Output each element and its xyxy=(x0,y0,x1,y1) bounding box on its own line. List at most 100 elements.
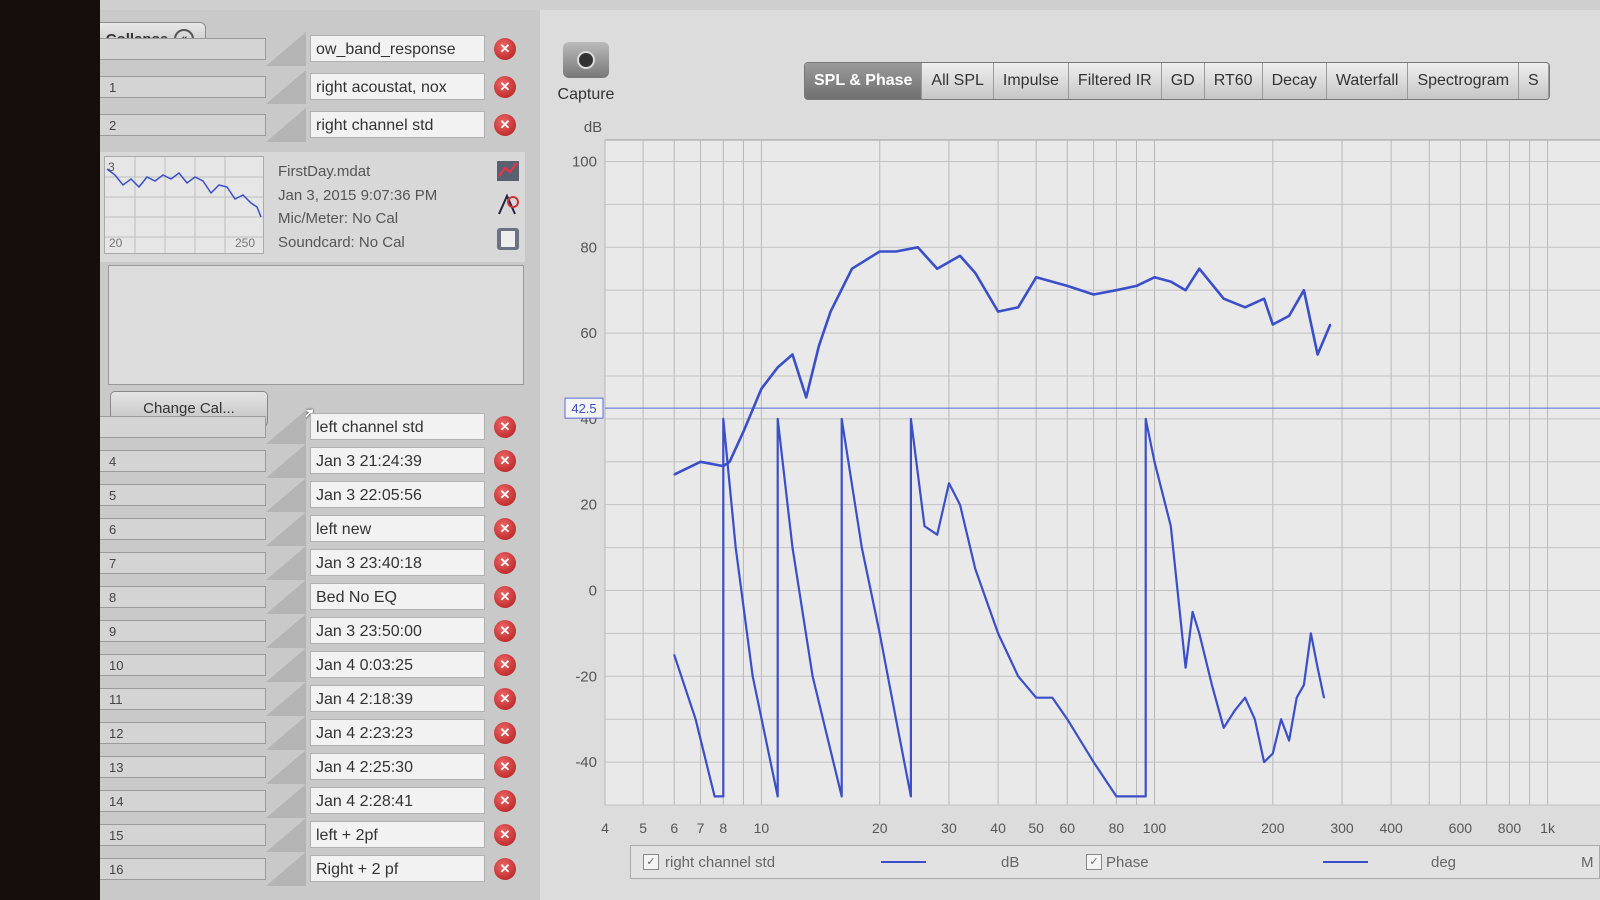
x-tick-label: 1k xyxy=(1540,820,1556,836)
measurement-name[interactable]: left channel std xyxy=(310,413,485,440)
measurement-thumb[interactable]: 16 xyxy=(100,858,266,880)
measurement-thumb[interactable]: 9 xyxy=(100,620,266,642)
row-tab-shape xyxy=(266,648,306,682)
measurement-row[interactable]: 10 Jan 4 0:03:25 ✕ xyxy=(100,648,525,682)
measurement-thumb[interactable]: 2 xyxy=(100,114,266,136)
remove-measurement-icon[interactable]: ✕ xyxy=(494,722,516,744)
measurement-thumb[interactable]: 6 xyxy=(100,518,266,540)
remove-measurement-icon[interactable]: ✕ xyxy=(494,620,516,642)
remove-measurement-icon[interactable]: ✕ xyxy=(494,858,516,880)
remove-measurement-icon[interactable]: ✕ xyxy=(494,654,516,676)
measurement-row[interactable]: 2 right channel std ✕ xyxy=(100,108,525,142)
phase-point xyxy=(936,533,938,536)
measurement-notes-area[interactable] xyxy=(108,265,524,385)
measurement-name[interactable]: Jan 4 2:25:30 xyxy=(310,753,485,780)
tab-decay[interactable]: Decay xyxy=(1263,63,1327,99)
tab-gd[interactable]: GD xyxy=(1162,63,1205,99)
measurement-thumb[interactable] xyxy=(100,38,266,60)
measurement-name[interactable]: right channel std xyxy=(310,111,485,138)
measurement-name[interactable]: Jan 3 23:50:00 xyxy=(310,617,485,644)
spl-point xyxy=(878,250,881,253)
row-tab-shape xyxy=(266,546,306,580)
measurement-row[interactable]: 12 Jan 4 2:23:23 ✕ xyxy=(100,716,525,750)
measurement-name[interactable]: Jan 4 2:28:41 xyxy=(310,787,485,814)
remove-measurement-icon[interactable]: ✕ xyxy=(494,518,516,540)
tab-all-spl[interactable]: All SPL xyxy=(922,63,994,99)
measurement-row[interactable]: 8 Bed No EQ ✕ xyxy=(100,580,525,614)
measurement-thumb[interactable]: 14 xyxy=(100,790,266,812)
measurement-row[interactable]: 11 Jan 4 2:18:39 ✕ xyxy=(100,682,525,716)
measurement-thumb[interactable]: 8 xyxy=(100,586,266,608)
measurement-row[interactable]: 1 right acoustat, nox ✕ xyxy=(100,70,525,104)
remove-measurement-icon[interactable]: ✕ xyxy=(494,688,516,710)
measurement-name[interactable]: Jan 3 23:40:18 xyxy=(310,549,485,576)
spl-point xyxy=(1316,353,1319,356)
measurement-row[interactable]: left channel std ✕ xyxy=(100,410,525,444)
measurement-thumb[interactable]: 4 xyxy=(100,450,266,472)
measurement-name[interactable]: Jan 4 2:23:23 xyxy=(310,719,485,746)
spl-point xyxy=(1035,276,1037,279)
measurement-name[interactable]: left new xyxy=(310,515,485,542)
tab-waterfall[interactable]: Waterfall xyxy=(1327,63,1409,99)
measurement-row[interactable]: 15 left + 2pf ✕ xyxy=(100,818,525,852)
measurement-row[interactable]: 14 Jan 4 2:28:41 ✕ xyxy=(100,784,525,818)
remove-measurement-icon[interactable]: ✕ xyxy=(494,484,516,506)
measurement-thumb[interactable]: 10 xyxy=(100,654,266,676)
measurement-thumb[interactable]: 1 xyxy=(100,76,266,98)
remove-measurement-icon[interactable]: ✕ xyxy=(494,756,516,778)
tab-spl-phase[interactable]: SPL & Phase xyxy=(805,63,923,99)
phase-point xyxy=(1295,696,1298,699)
capture-button[interactable]: Capture xyxy=(550,42,622,104)
tab-impulse[interactable]: Impulse xyxy=(994,63,1069,99)
measurement-name[interactable]: Right + 2 pf xyxy=(310,855,485,882)
remove-measurement-icon[interactable]: ✕ xyxy=(494,76,516,98)
measurement-row[interactable]: 6 left new ✕ xyxy=(100,512,525,546)
phase-point xyxy=(1272,752,1274,755)
remove-measurement-icon[interactable]: ✕ xyxy=(494,824,516,846)
measurement-row[interactable]: 16 Right + 2 pf ✕ xyxy=(100,852,525,886)
measurement-name[interactable]: Jan 4 0:03:25 xyxy=(310,651,485,678)
phase-point xyxy=(1233,709,1236,712)
measurement-name[interactable]: Bed No EQ xyxy=(310,583,485,610)
remove-measurement-icon[interactable]: ✕ xyxy=(494,450,516,472)
measurement-row[interactable]: 5 Jan 3 22:05:56 ✕ xyxy=(100,478,525,512)
measurement-name[interactable]: ow_band_response xyxy=(310,35,485,62)
series-checkbox[interactable]: ✓ xyxy=(643,854,659,870)
tab-spectrogram[interactable]: Spectrogram xyxy=(1408,63,1520,99)
remove-measurement-icon[interactable]: ✕ xyxy=(494,416,516,438)
remove-measurement-icon[interactable]: ✕ xyxy=(494,38,516,60)
measurement-thumb[interactable]: 13 xyxy=(100,756,266,778)
measurement-name[interactable]: Jan 3 21:24:39 xyxy=(310,447,485,474)
measurement-row[interactable]: 9 Jan 3 23:50:00 ✕ xyxy=(100,614,525,648)
measurement-thumb[interactable]: 7 xyxy=(100,552,266,574)
remove-measurement-icon[interactable]: ✕ xyxy=(494,552,516,574)
phase-point xyxy=(776,418,779,420)
tab-rt60[interactable]: RT60 xyxy=(1205,63,1263,99)
phase-point xyxy=(1280,718,1282,720)
tab-s[interactable]: S xyxy=(1519,63,1549,99)
measurement-name[interactable]: Jan 4 2:18:39 xyxy=(310,685,485,712)
measurement-name[interactable]: right acoustat, nox xyxy=(310,73,485,100)
remove-measurement-icon[interactable]: ✕ xyxy=(494,586,516,608)
measurement-row[interactable]: ow_band_response ✕ xyxy=(100,32,525,66)
phase-point xyxy=(694,718,697,720)
measurement-thumb[interactable]: 12 xyxy=(100,722,266,744)
calibration-icon[interactable] xyxy=(495,192,521,218)
measurement-thumb[interactable]: 11 xyxy=(100,688,266,710)
notes-icon[interactable] xyxy=(495,226,521,252)
measurement-thumb[interactable]: 5 xyxy=(100,484,266,506)
spl-point xyxy=(1135,285,1138,287)
chart-icon[interactable] xyxy=(495,158,521,184)
tab-filtered-ir[interactable]: Filtered IR xyxy=(1069,63,1162,99)
measurement-thumb[interactable]: 15 xyxy=(100,824,266,846)
remove-measurement-icon[interactable]: ✕ xyxy=(494,790,516,812)
phase-checkbox[interactable]: ✓ xyxy=(1086,854,1102,870)
remove-measurement-icon[interactable]: ✕ xyxy=(494,114,516,136)
spl-phase-graph[interactable]: 100806040200-20-404 5 6 7 8 10 20 30 40 50 60 80 100… xyxy=(540,120,1600,900)
measurement-row[interactable]: 13 Jan 4 2:25:30 ✕ xyxy=(100,750,525,784)
measurement-row[interactable]: 4 Jan 3 21:24:39 ✕ xyxy=(100,444,525,478)
measurement-name[interactable]: left + 2pf xyxy=(310,821,485,848)
measurement-thumb[interactable] xyxy=(100,416,266,438)
measurement-row[interactable]: 7 Jan 3 23:40:18 ✕ xyxy=(100,546,525,580)
measurement-name[interactable]: Jan 3 22:05:56 xyxy=(310,481,485,508)
